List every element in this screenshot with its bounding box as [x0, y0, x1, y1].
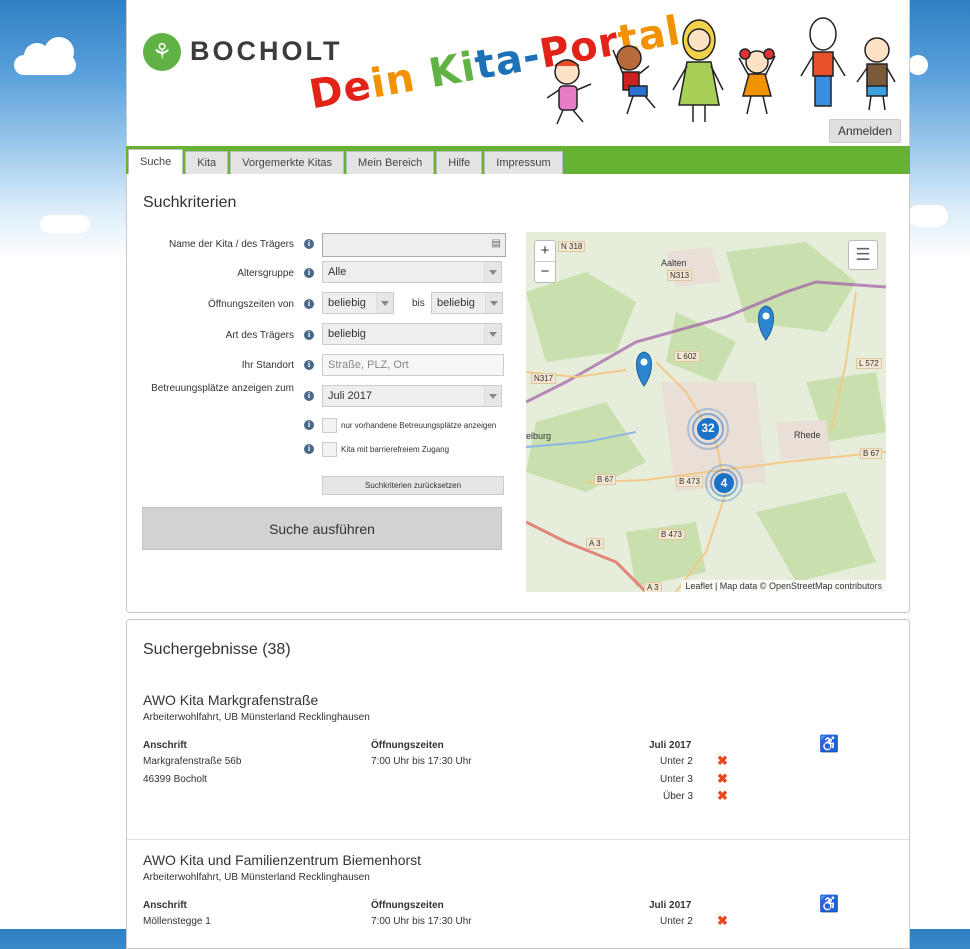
places-select[interactable]: Juli 2017 — [322, 385, 502, 407]
kita-hours: 7:00 Uhr bis 17:30 Uhr — [371, 756, 472, 767]
cloud-decoration — [40, 215, 90, 233]
row-hours: Öffnungszeiten von i beliebig bis belieb… — [126, 292, 506, 316]
cloud-decoration — [908, 55, 928, 75]
age-select[interactable]: Alle — [322, 261, 502, 283]
unavailable-icon: ✖ — [717, 913, 728, 928]
unavailable-icon: ✖ — [717, 753, 728, 768]
hours-to-select[interactable]: beliebig — [431, 292, 503, 314]
search-submit-button[interactable]: Suche ausführen — [142, 507, 502, 550]
chevron-down-icon — [484, 262, 501, 282]
row-age: Altersgruppe i Alle — [126, 261, 506, 285]
places-label: Betreuungsplätze anzeigen zum — [151, 383, 294, 394]
barrier-free-label: Kita mit barrierefreiem Zugang — [341, 445, 450, 454]
only-available-label: nur vorhandene Betreuungsplätze anzeigen — [341, 421, 497, 430]
month-header: Juli 2017 — [649, 740, 692, 751]
kita-trager: Arbeiterwohlfahrt, UB Münsterland Reckli… — [143, 872, 370, 883]
map-pin-marker[interactable] — [758, 305, 774, 341]
hours-to-value: beliebig — [437, 297, 475, 309]
hours-label: Öffnungszeiten von — [208, 299, 294, 310]
map-view[interactable]: N 318 Aalten N313 L 602 N317 L 572 elbur… — [526, 232, 886, 592]
hours-from-select[interactable]: beliebig — [322, 292, 394, 314]
chevron-down-icon — [484, 324, 501, 344]
map-markers-layer — [636, 305, 774, 502]
layers-icon[interactable]: ☰ — [848, 240, 878, 270]
children-illustration — [547, 17, 896, 125]
barrier-free-checkbox[interactable] — [322, 442, 337, 457]
row-places: Betreuungsplätze anzeigen zum i Juli 201… — [126, 383, 506, 413]
zoom-out-button[interactable]: − — [535, 262, 555, 282]
info-icon[interactable]: i — [304, 391, 314, 401]
group-label: Unter 3 — [660, 774, 693, 785]
kita-street: Markgrafenstraße 56b — [143, 756, 242, 767]
type-select-value: beliebig — [328, 328, 366, 340]
map-attribution[interactable]: Leaflet | Map data © OpenStreetMap contr… — [681, 580, 886, 592]
age-label: Altersgruppe — [237, 268, 294, 279]
info-icon[interactable]: i — [304, 420, 314, 430]
login-button[interactable]: Anmelden — [829, 119, 901, 143]
map-pin-marker[interactable] — [636, 351, 652, 387]
info-icon[interactable]: i — [304, 299, 314, 309]
cloud-decoration — [14, 37, 76, 75]
unavailable-icon: ✖ — [717, 771, 728, 786]
type-select[interactable]: beliebig — [322, 323, 502, 345]
row-type: Art des Trägers i beliebig — [126, 323, 506, 347]
zoom-control: + − — [534, 240, 556, 283]
address-header: Anschrift — [143, 740, 187, 751]
cluster-count[interactable]: 32 — [696, 421, 720, 435]
address-header: Anschrift — [143, 900, 187, 911]
type-label: Art des Trägers — [225, 330, 294, 341]
cloud-decoration — [908, 205, 948, 227]
hours-header: Öffnungszeiten — [371, 740, 444, 751]
chevron-down-icon — [484, 386, 501, 406]
group-label: Über 3 — [663, 791, 694, 802]
unavailable-icon: ✖ — [717, 788, 728, 803]
chevron-down-icon — [485, 293, 502, 313]
row-only-available: i nur vorhandene Betreuungsplätze anzeig… — [126, 418, 506, 442]
row-barrier-free: i Kita mit barrierefreiem Zugang — [126, 442, 506, 466]
chevron-down-icon — [376, 293, 393, 313]
cluster-count[interactable]: 4 — [712, 476, 736, 490]
info-icon[interactable]: i — [304, 330, 314, 340]
kita-name[interactable]: AWO Kita Markgrafenstraße — [143, 692, 318, 708]
wheelchair-icon: ♿ — [819, 736, 839, 753]
only-available-checkbox[interactable] — [322, 418, 337, 433]
autofill-icon: ▤ — [491, 238, 501, 249]
row-location: Ihr Standort i Straße, PLZ, Ort — [126, 354, 506, 378]
group-label: Unter 2 — [660, 916, 693, 927]
hours-from-value: beliebig — [328, 297, 366, 309]
age-select-value: Alle — [328, 266, 347, 278]
group-label: Unter 2 — [660, 756, 693, 767]
location-input[interactable]: Straße, PLZ, Ort — [322, 354, 504, 376]
hours-header: Öffnungszeiten — [371, 900, 444, 911]
kita-street: Möllenstegge 1 — [143, 916, 211, 927]
places-select-value: Juli 2017 — [328, 390, 373, 402]
kita-hours: 7:00 Uhr bis 17:30 Uhr — [371, 916, 472, 927]
row-name: Name der Kita / des Trägers i ▤ — [126, 233, 506, 257]
kita-name[interactable]: AWO Kita und Familienzentrum Biemenhorst — [143, 852, 421, 868]
kita-city: 46399 Bocholt — [143, 774, 207, 785]
divider — [127, 839, 909, 840]
results-title: Suchergebnisse (38) — [143, 641, 291, 658]
name-input[interactable]: ▤ — [322, 233, 506, 257]
info-icon[interactable]: i — [304, 360, 314, 370]
hours-bis-label: bis — [412, 298, 425, 309]
info-icon[interactable]: i — [304, 444, 314, 454]
month-header: Juli 2017 — [649, 900, 692, 911]
results-panel: Suchergebnisse (38) AWO Kita Markgrafens… — [126, 619, 910, 949]
info-icon[interactable]: i — [304, 268, 314, 278]
location-label: Ihr Standort — [241, 360, 294, 371]
zoom-in-button[interactable]: + — [535, 241, 555, 262]
search-form: Name der Kita / des Trägers i ▤ Altersgr… — [126, 0, 886, 620]
wheelchair-icon: ♿ — [819, 896, 839, 913]
reset-button[interactable]: Suchkriterien zurücksetzen — [322, 476, 504, 495]
kita-trager: Arbeiterwohlfahrt, UB Münsterland Reckli… — [143, 712, 370, 723]
name-label: Name der Kita / des Trägers — [168, 239, 294, 250]
info-icon[interactable]: i — [304, 239, 314, 249]
